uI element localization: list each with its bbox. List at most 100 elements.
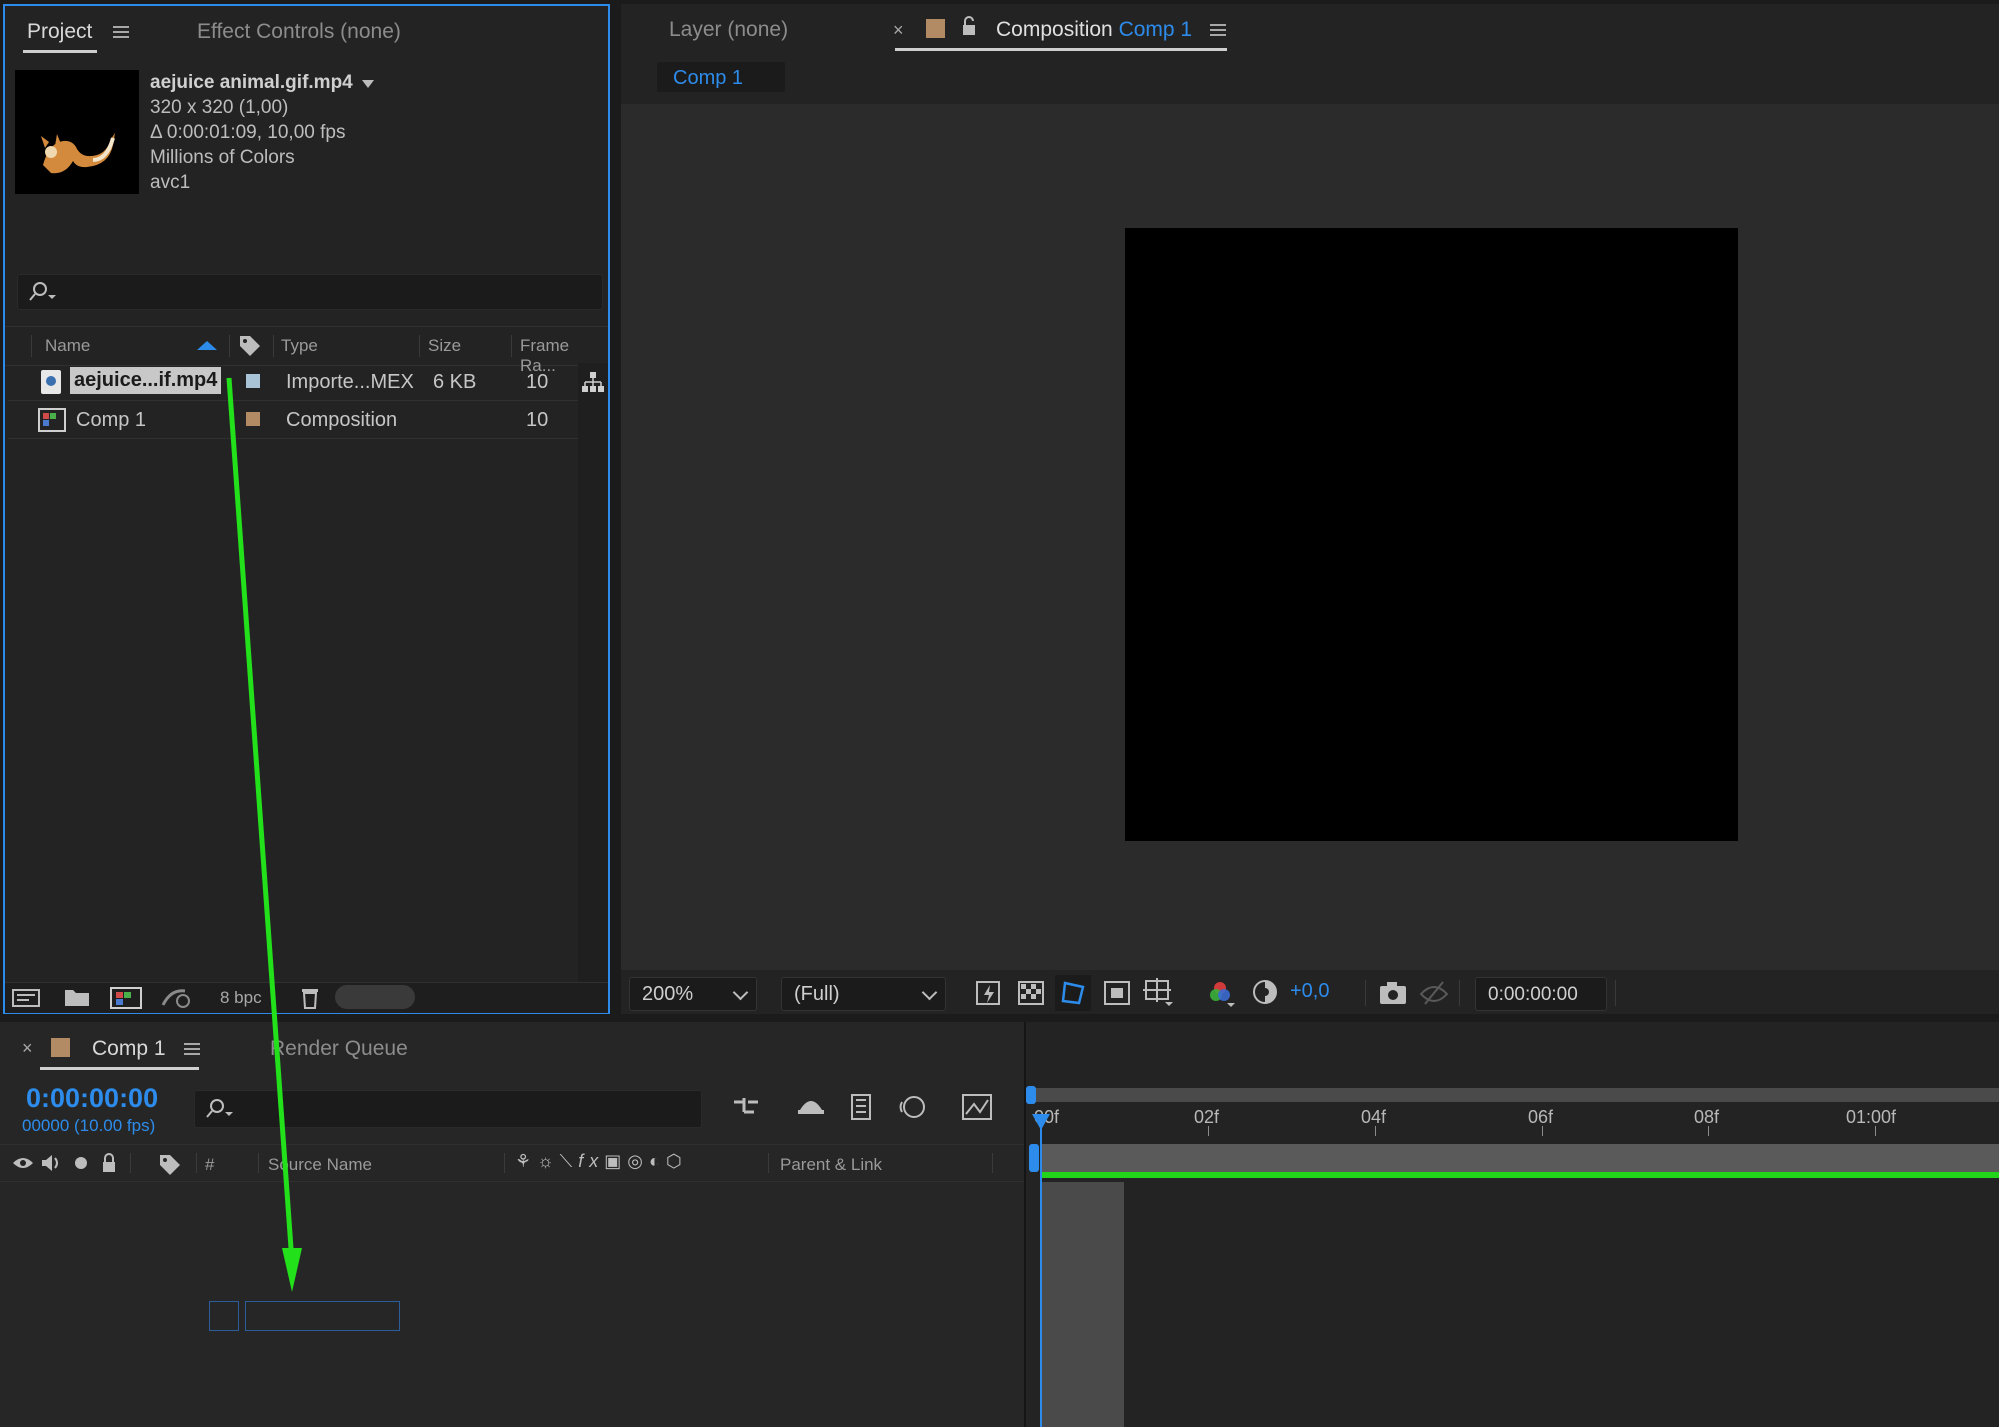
comp-row-name[interactable]: Comp 1 bbox=[76, 409, 146, 432]
project-column-header: Name Type Size Frame Ra... bbox=[5, 326, 608, 375]
project-panel: Project Effect Controls (none) aejuice a… bbox=[3, 4, 610, 1014]
layer-switches-icons[interactable]: ⚘☼⟍fx▣◎◐⬡ bbox=[515, 1151, 688, 1172]
tab-timeline-comp[interactable]: Comp 1 bbox=[92, 1037, 166, 1061]
composition-frame[interactable] bbox=[1125, 228, 1738, 841]
chevron-down-icon bbox=[732, 984, 749, 1001]
footage-dimensions: 320 x 320 (1,00) bbox=[150, 97, 289, 118]
composition-viewer-panel: Layer (none) × Composition Comp 1 Comp 1… bbox=[621, 4, 1999, 1014]
comp-label-swatch[interactable] bbox=[246, 412, 260, 426]
lock-icon[interactable] bbox=[961, 16, 977, 38]
flowchart-icon[interactable] bbox=[581, 371, 605, 393]
comp-mini-flowchart-icon[interactable] bbox=[730, 1092, 764, 1122]
comp-row-type: Composition bbox=[286, 409, 398, 431]
fast-previews-icon[interactable] bbox=[975, 980, 1005, 1008]
tab-composition-prefix: Composition bbox=[996, 18, 1113, 41]
viewer-timecode-field[interactable]: 0:00:00:00 bbox=[1475, 977, 1607, 1011]
project-item-comp[interactable]: Comp 1 Composition 10 bbox=[8, 401, 578, 439]
cache-indicator-bar bbox=[1040, 1172, 1999, 1178]
project-settings-icon[interactable] bbox=[159, 987, 193, 1009]
viewer-canvas-area[interactable] bbox=[621, 104, 1999, 970]
footage-label-swatch[interactable] bbox=[246, 374, 260, 388]
interpret-footage-icon[interactable] bbox=[11, 987, 43, 1009]
time-ruler[interactable]: 00f 02f 04f 06f 08f 01:00f bbox=[1026, 1104, 1999, 1136]
footage-duration: Δ 0:00:01:09, 10,00 fps bbox=[150, 122, 346, 143]
viewer-timecode-value: 0:00:00:00 bbox=[1488, 984, 1578, 1005]
thumbnail-slider[interactable] bbox=[335, 985, 415, 1009]
label-tag-icon[interactable] bbox=[158, 1153, 182, 1175]
footage-row-type: Importe...MEX bbox=[286, 371, 414, 393]
draft-3d-icon[interactable] bbox=[794, 1092, 828, 1122]
col-type[interactable]: Type bbox=[281, 336, 318, 356]
footage-row-name[interactable]: aejuice...if.mp4 bbox=[70, 367, 222, 394]
time-graph-area[interactable]: 00f 02f 04f 06f 08f 01:00f bbox=[1024, 1022, 1999, 1427]
project-search-input[interactable] bbox=[17, 274, 603, 310]
hide-shy-layers-icon[interactable] bbox=[846, 1092, 876, 1122]
project-bottom-toolbar: 8 bpc bbox=[5, 982, 608, 1013]
magnification-value: 200% bbox=[642, 983, 694, 1005]
snapshot-camera-icon[interactable] bbox=[1378, 980, 1408, 1006]
tab-project-underline bbox=[23, 50, 97, 53]
solo-icon[interactable] bbox=[75, 1157, 87, 1169]
project-menu-icon[interactable] bbox=[113, 25, 129, 39]
region-of-interest-icon[interactable] bbox=[1103, 980, 1131, 1006]
bit-depth-button[interactable]: 8 bpc bbox=[220, 988, 262, 1008]
ruler-label-04f: 04f bbox=[1361, 1107, 1387, 1127]
time-navigator-start-handle[interactable] bbox=[1026, 1086, 1036, 1104]
ruler-label-02f: 02f bbox=[1194, 1107, 1220, 1127]
drop-target-layer bbox=[245, 1301, 400, 1331]
work-area-bar[interactable] bbox=[1040, 1144, 1999, 1172]
motion-blur-icon[interactable] bbox=[896, 1092, 928, 1122]
tab-layer[interactable]: Layer (none) bbox=[669, 18, 788, 42]
chevron-down-icon bbox=[921, 984, 938, 1001]
current-time-indicator[interactable] bbox=[1040, 1122, 1042, 1427]
item-dropdown-icon[interactable] bbox=[362, 80, 375, 88]
eye-icon[interactable] bbox=[12, 1155, 34, 1171]
trash-icon[interactable] bbox=[300, 986, 320, 1010]
playhead-icon[interactable] bbox=[1032, 1114, 1050, 1130]
lock-icon[interactable] bbox=[100, 1153, 118, 1173]
new-composition-icon[interactable] bbox=[109, 986, 143, 1010]
transparency-grid-icon[interactable] bbox=[1017, 980, 1045, 1006]
channel-rgb-icon[interactable] bbox=[1207, 978, 1241, 1010]
current-time-display[interactable]: 0:00:00:00 bbox=[26, 1083, 158, 1114]
comp-breadcrumb[interactable]: Comp 1 bbox=[657, 62, 785, 92]
magnification-dropdown[interactable]: 200% bbox=[629, 977, 757, 1011]
timeline-search-input[interactable] bbox=[194, 1090, 702, 1128]
label-tag-icon[interactable] bbox=[238, 334, 262, 358]
tab-composition[interactable]: Composition Comp 1 bbox=[996, 18, 1192, 42]
sort-ascending-icon[interactable] bbox=[197, 341, 217, 350]
tab-composition-underline bbox=[895, 48, 1227, 51]
comp-row-fps: 10 bbox=[526, 409, 549, 431]
show-snapshot-icon[interactable] bbox=[1419, 978, 1449, 1006]
mask-visibility-button[interactable] bbox=[1055, 975, 1091, 1011]
exposure-value[interactable]: +0,0 bbox=[1290, 980, 1329, 1003]
col-name[interactable]: Name bbox=[45, 336, 90, 356]
search-icon bbox=[206, 1099, 233, 1118]
tab-timeline-underline bbox=[40, 1067, 199, 1070]
mask-path-icon bbox=[1061, 981, 1085, 1005]
col-size[interactable]: Size bbox=[428, 336, 461, 356]
reset-exposure-icon[interactable] bbox=[1251, 978, 1279, 1006]
new-folder-icon[interactable] bbox=[63, 986, 91, 1008]
ruler-label-08f: 08f bbox=[1694, 1107, 1720, 1127]
timeline-menu-icon[interactable] bbox=[184, 1042, 200, 1056]
frame-rate-info: 00000 (10.00 fps) bbox=[22, 1116, 156, 1135]
footage-row-fps: 10 bbox=[526, 371, 549, 393]
graph-editor-icon[interactable] bbox=[960, 1092, 994, 1122]
project-item-footage[interactable]: aejuice...if.mp4 Importe...MEX 6 KB 10 bbox=[8, 363, 578, 401]
time-navigator-bar[interactable] bbox=[1030, 1088, 1999, 1102]
viewer-toolbar: 200% (Full) +0,0 0:00:00:00 bbox=[621, 970, 1999, 1014]
tab-render-queue[interactable]: Render Queue bbox=[270, 1037, 408, 1061]
grid-guides-icon[interactable] bbox=[1143, 978, 1175, 1008]
close-timeline-tab-icon[interactable]: × bbox=[22, 1038, 33, 1059]
tab-project[interactable]: Project bbox=[27, 20, 92, 44]
close-tab-icon[interactable]: × bbox=[893, 20, 904, 41]
viewer-menu-icon[interactable] bbox=[1210, 23, 1226, 37]
work-area-start-handle[interactable] bbox=[1029, 1144, 1039, 1172]
audio-icon[interactable] bbox=[40, 1153, 62, 1173]
col-source-name[interactable]: Source Name bbox=[268, 1155, 372, 1175]
resolution-dropdown[interactable]: (Full) bbox=[781, 977, 946, 1011]
project-scroll-strip[interactable] bbox=[578, 363, 608, 985]
tab-effect-controls[interactable]: Effect Controls (none) bbox=[197, 20, 401, 44]
drop-target-number bbox=[209, 1301, 239, 1331]
